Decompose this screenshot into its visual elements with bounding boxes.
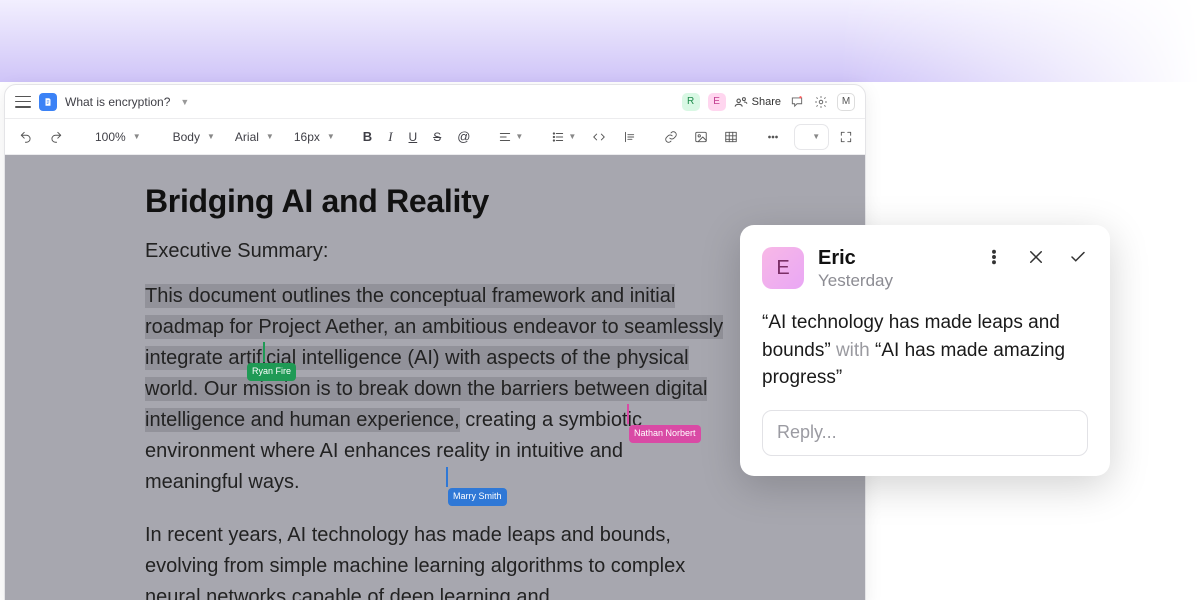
- document-subtitle: Executive Summary:: [145, 240, 725, 263]
- menu-button[interactable]: [15, 96, 31, 108]
- document-canvas[interactable]: Bridging AI and Reality Executive Summar…: [5, 155, 865, 600]
- accept-suggestion-button[interactable]: [1068, 247, 1088, 267]
- more-button[interactable]: [760, 124, 786, 150]
- comments-icon[interactable]: [789, 94, 805, 110]
- commenter-name: Eric: [818, 247, 970, 269]
- image-button[interactable]: [688, 124, 714, 150]
- share-label: Share: [752, 96, 781, 108]
- comment-timestamp: Yesterday: [818, 271, 970, 291]
- highlight-tool[interactable]: ▼: [794, 124, 829, 150]
- paragraph-1: This document outlines the conceptual fr…: [145, 281, 725, 498]
- align-button[interactable]: ▼: [492, 124, 529, 150]
- reply-input[interactable]: Reply...: [762, 410, 1088, 456]
- suggestion-card: E Eric Yesterday “AI technology has made…: [740, 225, 1110, 476]
- title-dropdown-caret[interactable]: ▼: [180, 97, 189, 107]
- zoom-select[interactable]: 100%▼: [85, 124, 147, 150]
- bold-button[interactable]: B: [357, 124, 378, 150]
- table-button[interactable]: [718, 124, 744, 150]
- document-title[interactable]: What is encryption?: [65, 95, 170, 109]
- collab-tag-marry: Marry Smith: [448, 488, 507, 506]
- suggestion-text: “AI technology has made leaps and bounds…: [762, 309, 1088, 392]
- quote-button[interactable]: [616, 124, 642, 150]
- document-heading: Bridging AI and Reality: [145, 183, 725, 220]
- comment-more-button[interactable]: [984, 247, 1004, 267]
- presence-avatar-e[interactable]: E: [708, 93, 726, 111]
- current-user-avatar[interactable]: M: [837, 93, 855, 111]
- underline-button[interactable]: U: [403, 124, 424, 150]
- reject-suggestion-button[interactable]: [1026, 247, 1046, 267]
- editor-window: What is encryption? ▼ R E Share M 100%▼ …: [4, 84, 866, 600]
- share-button[interactable]: Share: [734, 95, 781, 109]
- code-button[interactable]: [586, 124, 612, 150]
- commenter-avatar: E: [762, 247, 804, 289]
- expand-button[interactable]: [833, 124, 859, 150]
- collab-cursor-nathan: [627, 404, 629, 424]
- presence-avatar-r[interactable]: R: [682, 93, 700, 111]
- settings-icon[interactable]: [813, 94, 829, 110]
- collab-tag-ryan: Ryan Fire: [247, 363, 296, 381]
- undo-button[interactable]: [13, 124, 39, 150]
- strikethrough-button[interactable]: S: [427, 124, 447, 150]
- toolbar: 100%▼ Body▼ Arial▼ 16px▼ B I U S @ ▼ ▼ ▼: [5, 119, 865, 155]
- font-family-select[interactable]: Arial▼: [225, 124, 280, 150]
- list-button[interactable]: ▼: [545, 124, 582, 150]
- collab-tag-nathan: Nathan Norbert: [629, 425, 701, 443]
- link-button[interactable]: [658, 124, 684, 150]
- decorative-gradient: [0, 0, 1200, 82]
- document-app-icon: [39, 93, 57, 111]
- collab-cursor-marry: [446, 467, 448, 487]
- titlebar: What is encryption? ▼ R E Share M: [5, 85, 865, 119]
- redo-button[interactable]: [43, 124, 69, 150]
- italic-button[interactable]: I: [382, 124, 398, 150]
- paragraph-2: In recent years, AI technology has made …: [145, 520, 725, 600]
- paragraph-style-select[interactable]: Body▼: [163, 124, 221, 150]
- font-size-select[interactable]: 16px▼: [284, 124, 341, 150]
- collab-cursor-ryan: [263, 342, 265, 362]
- mention-button[interactable]: @: [451, 124, 476, 150]
